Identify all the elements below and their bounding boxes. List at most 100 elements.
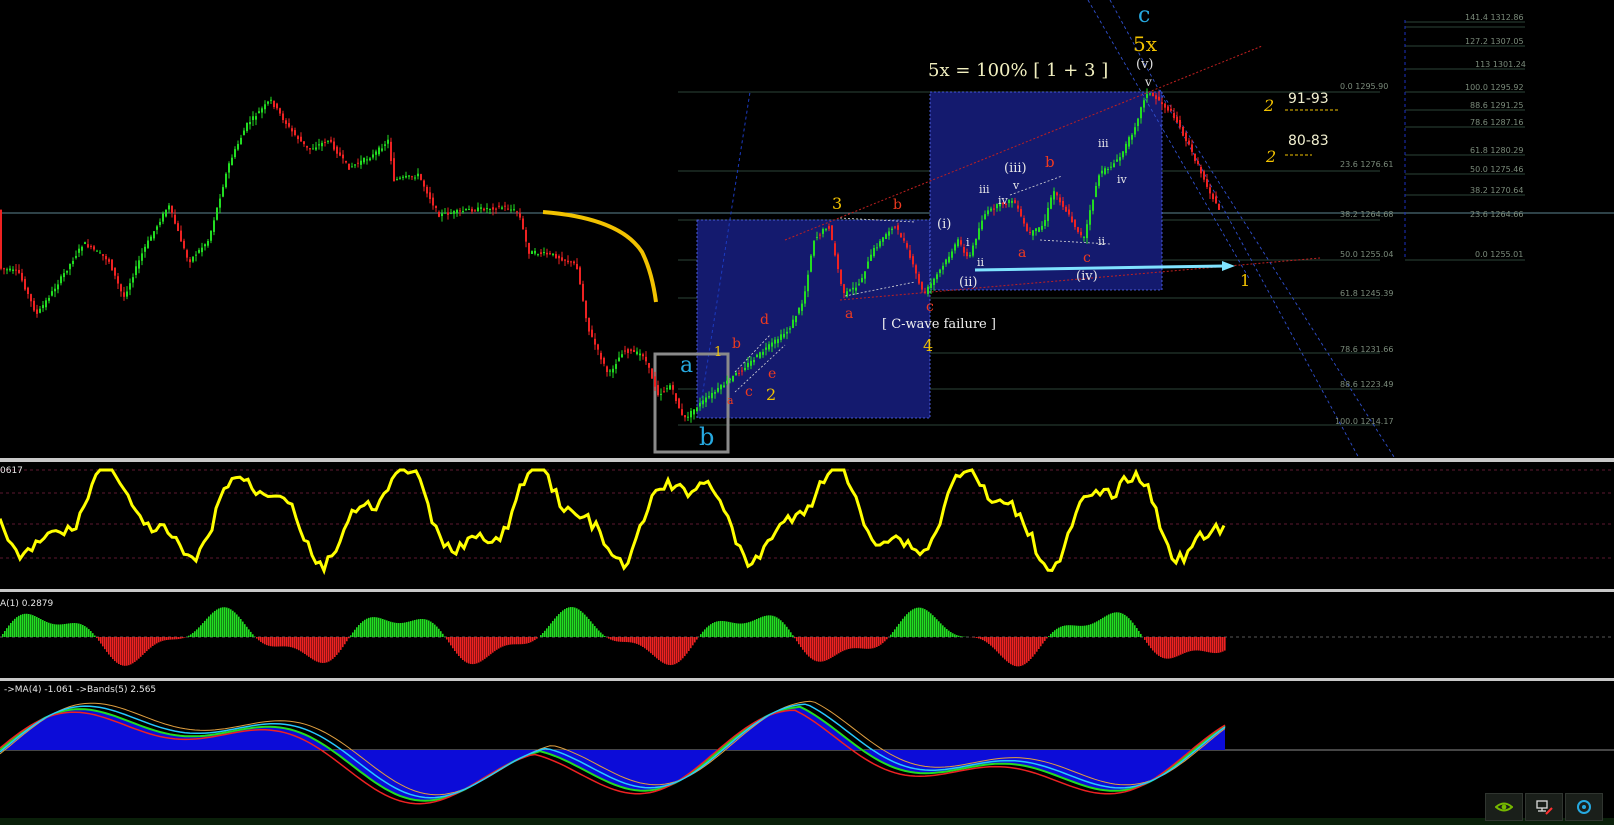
candle [1170,108,1172,111]
histogram-bar [818,637,820,662]
histogram-bar [832,637,834,657]
histogram-bar [820,637,822,662]
histogram-bar [544,630,546,637]
candle [1212,193,1214,200]
histogram-bar [116,637,118,663]
histogram-bar [680,637,682,661]
candle [249,122,251,125]
candle [1218,203,1220,210]
candle [597,344,599,350]
candle [435,205,437,209]
candle [672,385,674,390]
candle [366,159,368,161]
candle [822,229,824,234]
histogram-bar [1070,625,1072,637]
wave-label: b [1045,153,1055,171]
histogram-bar [416,619,418,637]
histogram-bar [1202,637,1204,652]
candle [495,208,497,210]
histogram-bar [1004,637,1006,660]
histogram-bar [114,637,116,662]
histogram-bar [516,637,518,645]
nvidia-icon[interactable] [1485,793,1523,821]
histogram-bar [1006,637,1008,662]
histogram-bar [370,617,372,637]
histogram-bar [270,637,272,647]
histogram-bar [500,637,502,648]
histogram-bar [986,637,988,643]
histogram-bar [976,637,978,638]
candle [429,192,431,200]
candle [579,267,581,285]
candle [1008,199,1010,204]
histogram-bar [778,618,780,637]
histogram-bar [716,621,718,637]
candle [810,255,812,272]
candle [309,148,311,150]
candle [1029,232,1031,234]
candle [924,291,926,293]
candle [450,213,452,215]
network-icon[interactable] [1525,793,1563,821]
candle [855,287,857,291]
histogram-bar [884,637,886,642]
candle [480,207,482,209]
histogram-bar [926,610,928,637]
histogram-bar [72,623,74,637]
candle [528,242,530,254]
candle [711,392,713,399]
candle [1149,93,1151,95]
candle [18,269,20,273]
histogram-bar [930,613,932,637]
candle [624,350,626,352]
histogram-bar [418,619,420,637]
histogram-bar [456,637,458,654]
candle [705,397,707,403]
candle [1128,137,1130,147]
settings-icon[interactable] [1565,793,1603,821]
wave-box-2 [929,91,1163,291]
histogram-bar [552,620,554,637]
histogram-bar [20,614,22,637]
candle [381,148,383,151]
histogram-bar [168,637,170,640]
candle [741,370,743,372]
wave-label: (v) [1136,57,1154,72]
histogram-bar [398,623,400,637]
histogram-bar [250,631,252,637]
candle [462,210,464,212]
histogram-bar [566,608,568,637]
histogram-bar [282,637,284,647]
candle [912,256,914,265]
histogram-bar [724,621,726,637]
histogram-bar [434,624,436,637]
histogram-bar [526,637,528,644]
candle [873,247,875,257]
histogram-bar [812,637,814,660]
candle [213,220,215,232]
candle [918,274,920,284]
candle [390,141,392,161]
fib-label: 61.8 1245.39 [1340,289,1394,298]
histogram-bar [1182,637,1184,654]
histogram-bar [864,637,866,649]
candle [48,297,50,301]
candle [609,370,611,372]
histogram-bar [276,637,278,647]
histogram-bar [470,637,472,664]
histogram-bar [782,622,784,637]
histogram-bar [432,622,434,637]
histogram-bar [572,607,574,637]
candle [324,141,326,143]
histogram-bar [8,625,10,637]
candle [15,269,17,271]
candle [885,234,887,239]
candle [312,148,314,150]
histogram-bar [998,637,1000,654]
candle [549,253,551,255]
histogram-bar [742,623,744,637]
histogram-bar [84,626,86,637]
wave-label: c [1083,250,1091,266]
trading-chart[interactable] [0,0,1614,825]
histogram-bar [720,620,722,637]
